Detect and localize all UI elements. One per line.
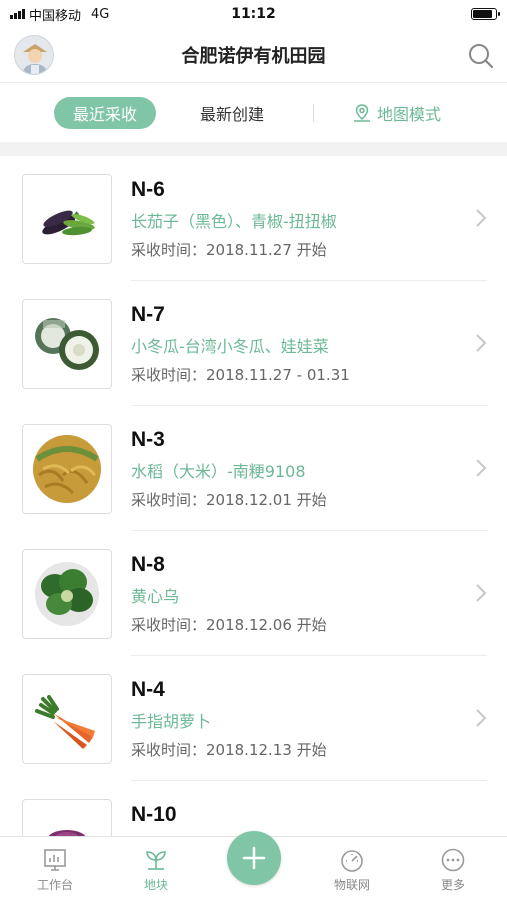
- chevron-right-icon: [476, 584, 487, 602]
- nav-workbench-label: 工作台: [36, 878, 73, 892]
- nav-plots[interactable]: 地块: [121, 847, 191, 893]
- battery-icon: [471, 8, 500, 20]
- search-icon[interactable]: [467, 42, 495, 70]
- app-header: 合肥诺伊有机田园: [0, 28, 507, 82]
- list-item[interactable]: N-10: [0, 781, 507, 836]
- add-button[interactable]: [227, 831, 281, 885]
- list-item[interactable]: N-3 水稻（大米）-南粳9108 采收时间：2018.12.01 开始: [0, 406, 507, 531]
- nav-more[interactable]: 更多: [418, 847, 488, 893]
- crop-names: 长茄子（黑色）、青椒-扭扭椒: [131, 212, 337, 231]
- list-item[interactable]: N-7 小冬瓜-台湾小冬瓜、娃娃菜 采收时间：2018.11.27 - 01.3…: [0, 281, 507, 406]
- harvest-time: 采收时间：2018.12.13 开始: [131, 741, 327, 759]
- more-icon: [441, 848, 465, 872]
- plot-code: N-8: [131, 553, 165, 576]
- network-label: 4G: [91, 6, 110, 22]
- plot-code: N-3: [131, 428, 165, 451]
- wax-gourd-icon: [22, 299, 112, 389]
- rice-field-icon: [22, 424, 112, 514]
- signal-icon: [10, 9, 25, 19]
- add-icon: [242, 846, 266, 870]
- nav-workbench[interactable]: 工作台: [20, 847, 90, 893]
- chevron-right-icon: [476, 209, 487, 227]
- nav-iot-label: 物联网: [333, 878, 370, 892]
- list-item[interactable]: N-8 黄心乌 采收时间：2018.12.06 开始: [0, 531, 507, 656]
- plot-list: N-6 长茄子（黑色）、青椒-扭扭椒 采收时间：2018.11.27 开始 N-…: [0, 156, 507, 836]
- chevron-right-icon: [476, 334, 487, 352]
- harvest-time: 采收时间：2018.12.06 开始: [131, 616, 327, 634]
- crop-names: 小冬瓜-台湾小冬瓜、娃娃菜: [131, 337, 329, 356]
- sort-tabs: 最近采收 最新创建 地图模式: [0, 82, 507, 142]
- tab-newest-created[interactable]: 最新创建: [180, 97, 284, 129]
- list-item[interactable]: N-4 手指胡萝卜 采收时间：2018.12.13 开始: [0, 656, 507, 781]
- nav-iot[interactable]: 物联网: [317, 847, 387, 893]
- status-bar: 中国移动 4G 11:12: [0, 0, 507, 28]
- plot-code: N-7: [131, 303, 165, 326]
- plot-code: N-10: [131, 803, 177, 826]
- map-pin-icon: [354, 104, 370, 122]
- gauge-icon: [341, 850, 363, 872]
- harvest-time: 采收时间：2018.11.27 - 01.31: [131, 366, 350, 384]
- bottom-nav: 工作台 地块 物联网 更多: [0, 831, 507, 900]
- bok-choy-icon: [22, 549, 112, 639]
- harvest-time: 采收时间：2018.11.27 开始: [131, 241, 327, 259]
- tab-recent-harvest[interactable]: 最近采收: [54, 97, 156, 129]
- crop-names: 水稻（大米）-南粳9108: [131, 462, 306, 481]
- chevron-right-icon: [476, 459, 487, 477]
- farmer-avatar-icon[interactable]: [14, 35, 54, 75]
- section-divider: [0, 142, 507, 156]
- harvest-time: 采收时间：2018.12.01 开始: [131, 491, 327, 509]
- page-title: 合肥诺伊有机田园: [181, 46, 326, 67]
- workbench-icon: [44, 849, 66, 871]
- tab-map-mode-label: 地图模式: [377, 105, 442, 124]
- tab-map-mode[interactable]: 地图模式: [352, 97, 441, 129]
- nav-plots-label: 地块: [143, 878, 168, 892]
- list-item[interactable]: N-6 长茄子（黑色）、青椒-扭扭椒 采收时间：2018.11.27 开始: [0, 156, 507, 281]
- sprout-icon: [146, 851, 166, 870]
- plot-code: N-4: [131, 678, 165, 701]
- eggplant-pepper-icon: [22, 174, 112, 264]
- purple-cabbage-icon: [22, 799, 112, 836]
- tab-divider: [313, 104, 314, 122]
- nav-more-label: 更多: [440, 878, 465, 892]
- carrier-label: 中国移动: [29, 8, 82, 24]
- chevron-right-icon: [476, 709, 487, 727]
- plot-code: N-6: [131, 178, 165, 201]
- crop-names: 黄心乌: [131, 587, 180, 606]
- status-left: 中国移动 4G: [10, 5, 109, 24]
- crop-names: 手指胡萝卜: [131, 712, 212, 731]
- carrot-icon: [22, 674, 112, 764]
